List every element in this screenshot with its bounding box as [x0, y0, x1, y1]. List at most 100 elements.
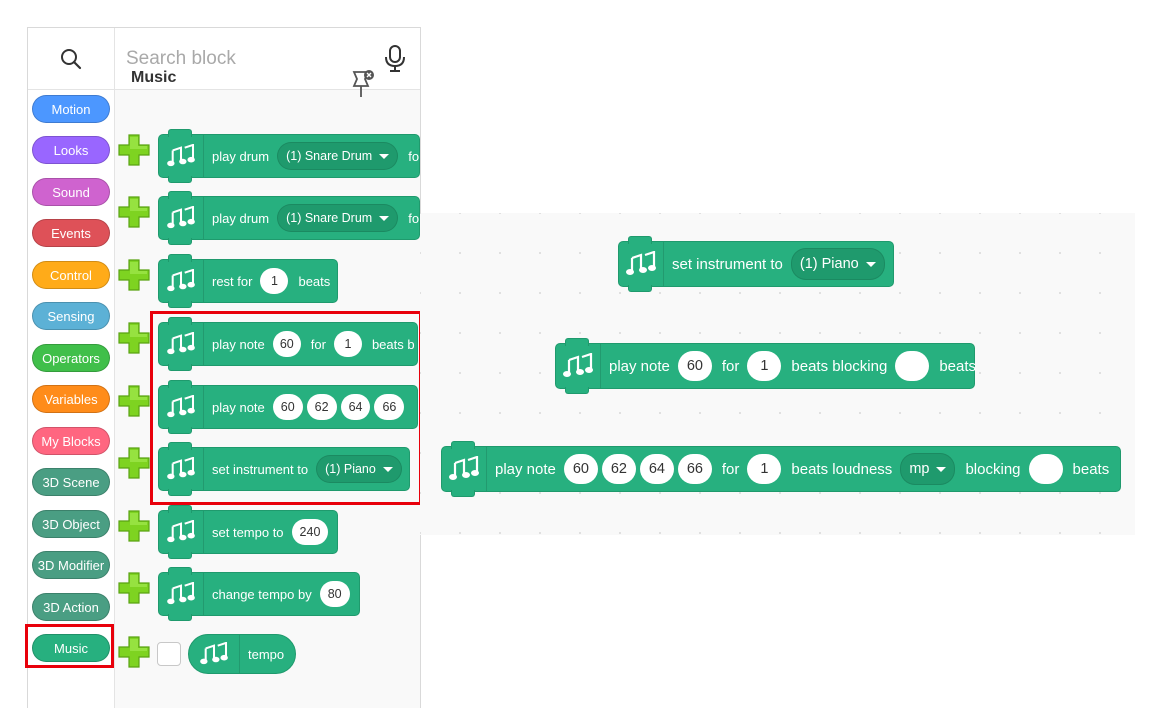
block-text: beats b — [371, 336, 415, 352]
tempo-monitor-checkbox[interactable] — [157, 642, 181, 666]
drum-value: (1) Snare Drum — [286, 149, 373, 163]
play-drum-block[interactable]: play drum (1) Snare Drum fo — [158, 129, 420, 183]
category-looks[interactable]: Looks — [32, 136, 110, 164]
block-text: rest for — [212, 273, 253, 289]
block-text: play note — [495, 460, 556, 478]
blocking-input[interactable] — [895, 351, 930, 381]
category-motion[interactable]: Motion — [32, 95, 110, 123]
add-block-plus-icon[interactable] — [118, 196, 150, 228]
category-sound[interactable]: Sound — [32, 178, 110, 206]
category-events[interactable]: Events — [32, 219, 110, 247]
category-label: 3D Action — [43, 599, 99, 615]
block-text: beats blocking — [791, 357, 888, 375]
pin-close-icon[interactable] — [350, 69, 376, 101]
add-block-plus-icon[interactable] — [118, 447, 150, 479]
set-tempo-block[interactable]: set tempo to 240 — [158, 505, 338, 559]
category-my-blocks[interactable]: My Blocks — [32, 427, 110, 455]
add-block-plus-icon[interactable] — [118, 259, 150, 291]
microphone-icon[interactable] — [384, 45, 406, 73]
search-icon — [61, 48, 82, 69]
block-text: play note — [212, 336, 265, 352]
block-text: play note — [212, 399, 265, 415]
search-button[interactable] — [28, 28, 115, 89]
category-music[interactable]: Music — [32, 634, 110, 662]
category-3d-object[interactable]: 3D Object — [32, 510, 110, 538]
drum-value: (1) Snare Drum — [286, 211, 373, 225]
note-input[interactable]: 64 — [340, 394, 371, 420]
add-block-plus-icon[interactable] — [118, 385, 150, 417]
tempo-reporter-block[interactable]: tempo — [188, 634, 296, 674]
note-input[interactable]: 66 — [677, 454, 712, 484]
category-list: Motion Looks Sound Events Control Sensin… — [28, 90, 115, 708]
tempo-input[interactable]: 240 — [291, 519, 329, 545]
category-control[interactable]: Control — [32, 261, 110, 289]
dropdown-caret-icon — [382, 466, 393, 472]
category-3d-scene[interactable]: 3D Scene — [32, 468, 110, 496]
change-tempo-block[interactable]: change tempo by 80 — [158, 567, 360, 621]
category-label: Looks — [53, 142, 89, 158]
category-label: Sound — [52, 184, 90, 200]
dropdown-caret-icon — [379, 153, 390, 159]
beats-input[interactable]: 1 — [333, 331, 362, 357]
block-text: beats — [939, 357, 977, 375]
beats-input[interactable]: 1 — [260, 268, 289, 294]
beats-input[interactable]: 1 — [747, 454, 782, 484]
play-note-block[interactable]: play note 60 for 1 beats b — [158, 317, 418, 371]
block-text: set tempo to — [212, 524, 284, 540]
add-block-plus-icon[interactable] — [118, 134, 150, 166]
note-input[interactable]: 60 — [272, 394, 303, 420]
workspace-set-instrument-block[interactable]: set instrument to (1) Piano — [618, 236, 894, 292]
category-label: Music — [54, 640, 88, 656]
note-input[interactable]: 64 — [639, 454, 674, 484]
music-notes-icon — [619, 242, 664, 286]
music-notes-icon — [159, 573, 204, 615]
note-input[interactable]: 62 — [306, 394, 337, 420]
instrument-dropdown[interactable]: (1) Piano — [790, 248, 885, 280]
note-input[interactable]: 66 — [374, 394, 405, 420]
block-text: for — [721, 460, 740, 478]
loudness-dropdown[interactable]: mp — [900, 453, 956, 485]
category-3d-modifier[interactable]: 3D Modifier — [32, 551, 110, 579]
add-block-plus-icon[interactable] — [118, 636, 150, 668]
category-label: My Blocks — [41, 433, 101, 449]
instrument-dropdown[interactable]: (1) Piano — [316, 455, 402, 483]
music-notes-icon — [159, 448, 204, 490]
category-sensing[interactable]: Sensing — [32, 302, 110, 330]
block-text: fo — [408, 210, 420, 226]
instrument-value: (1) Piano — [325, 462, 376, 476]
note-input[interactable]: 60 — [563, 454, 598, 484]
add-block-plus-icon[interactable] — [118, 510, 150, 542]
note-input[interactable]: 62 — [601, 454, 636, 484]
rest-for-block[interactable]: rest for 1 beats — [158, 254, 338, 308]
palette-section-title: Music — [131, 69, 177, 86]
category-variables[interactable]: Variables — [32, 385, 110, 413]
category-label: Control — [50, 267, 92, 283]
block-text: set instrument to — [212, 461, 309, 477]
category-label: 3D Modifier — [37, 557, 105, 573]
set-instrument-block[interactable]: set instrument to (1) Piano — [158, 442, 410, 496]
category-operators[interactable]: Operators — [32, 344, 110, 372]
workspace-play-note-block[interactable]: play note 60 for 1 beats blocking beats — [555, 338, 977, 394]
add-block-plus-icon[interactable] — [118, 572, 150, 604]
category-3d-action[interactable]: 3D Action — [32, 593, 110, 621]
beats-input[interactable]: 1 — [747, 351, 782, 381]
drum-dropdown[interactable]: (1) Snare Drum — [277, 204, 399, 232]
drum-dropdown[interactable]: (1) Snare Drum — [277, 142, 399, 170]
note-input[interactable]: 60 — [272, 331, 301, 357]
dropdown-caret-icon — [865, 261, 876, 267]
loudness-value: mp — [909, 461, 930, 477]
block-text: for — [721, 357, 740, 375]
workspace-play-notes-block[interactable]: play note 60 62 64 66 for 1 beats loudne… — [441, 441, 1121, 497]
play-notes-block[interactable]: play note 60 62 64 66 — [158, 380, 418, 434]
category-label: Operators — [42, 350, 100, 366]
add-block-plus-icon[interactable] — [118, 322, 150, 354]
block-text: blocking — [965, 460, 1021, 478]
tempo-change-input[interactable]: 80 — [319, 581, 350, 607]
block-text: set instrument to — [672, 255, 783, 273]
note-input[interactable]: 60 — [677, 351, 712, 381]
category-label: Events — [51, 225, 91, 241]
music-notes-icon — [189, 635, 240, 673]
music-notes-icon — [159, 197, 204, 239]
blocking-input[interactable] — [1028, 454, 1063, 484]
play-drum-block[interactable]: play drum (1) Snare Drum fo — [158, 191, 420, 245]
